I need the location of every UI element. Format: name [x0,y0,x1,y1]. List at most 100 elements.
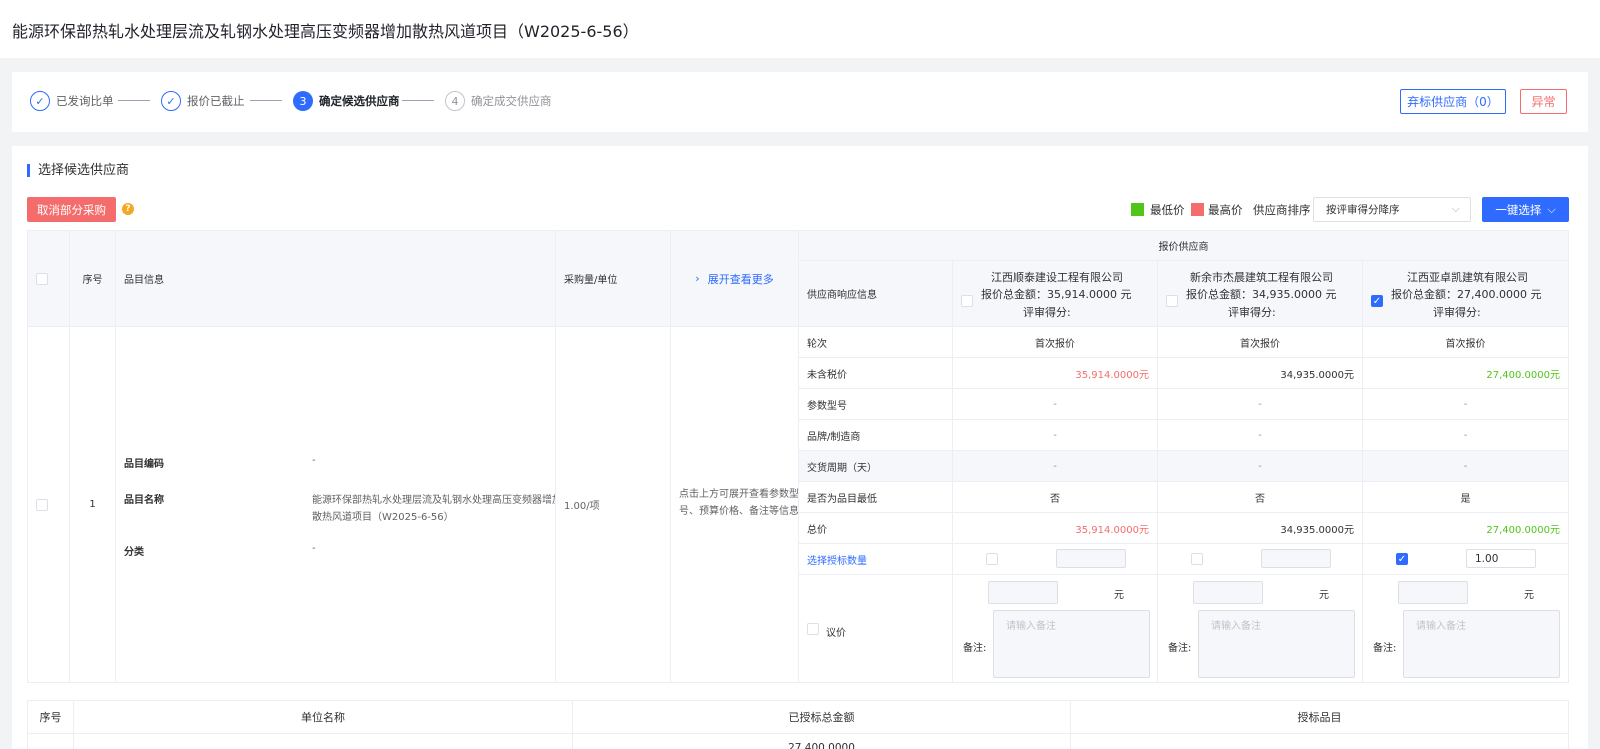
check-icon: ✓ [161,91,181,111]
abandon-supplier-button[interactable]: 弃标供应商（0） [1400,89,1506,114]
row-expand-hint: 点击上方可展开查看参数型 号、预算价格、备注等信息 [671,327,799,683]
negotiate-checkbox[interactable] [807,623,819,635]
header-item-info: 品目信息 [116,230,556,327]
attr-value: - [1363,451,1569,482]
remark-textarea[interactable]: 请输入备注 [993,610,1150,678]
summary-row-seq [27,734,74,749]
attr-value: 是 [1363,482,1569,513]
attr-value: - [953,420,1158,451]
expand-hint-line1: 点击上方可展开查看参数型 [679,489,799,500]
header-select-all-cell [27,230,70,327]
category-value: - [312,543,316,554]
header-seq: 序号 [70,230,116,327]
summary-row-item [1071,734,1569,749]
attr-value: - [1363,420,1569,451]
legend-high-swatch [1191,203,1204,216]
category-label: 分类 [124,547,144,558]
award-qty-input[interactable] [1261,549,1331,568]
negotiate-price-input[interactable] [988,581,1058,604]
step-connector [250,100,282,101]
item-code-label: 品目编码 [124,459,164,470]
attr-label: 品牌/制造商 [799,420,953,451]
negotiate-price-input[interactable] [1193,581,1263,604]
step-candidate: 3 确定候选供应商 [293,90,400,112]
attr-label: 未含税价 [799,358,953,389]
row-item-info: 品目编码 - 品目名称 能源环保部热轧水处理层流及轧钢水处理高压变频器增加 散热… [116,327,556,683]
attr-label: 是否为品目最低 [799,482,953,513]
unit-yuan: 元 [1524,590,1534,601]
attr-value: - [1158,420,1363,451]
summary-row-unit [74,734,573,749]
expand-more-label: 展开查看更多 [707,272,774,286]
supplier-checkbox[interactable] [961,295,973,307]
supplier-score: 评审得分: [1228,306,1276,319]
sort-select-value: 按评审得分降序 [1326,204,1400,216]
attr-value: 首次报价 [953,327,1158,358]
supplier-header-1: 江西顺泰建设工程有限公司 报价总金额：35,914.0000 元 评审得分: [953,261,1158,327]
one-click-select-button[interactable]: 一键选择 ⌵ [1482,197,1569,222]
remark-label: 备注: [1168,643,1192,654]
select-award-qty-link[interactable]: 选择授标数量 [799,544,953,575]
header-qty-unit: 采购量/单位 [556,230,671,327]
supplier-checkbox-checked[interactable]: ✓ [1371,295,1383,307]
attr-value: - [1363,389,1569,420]
supplier-checkbox[interactable] [1166,295,1178,307]
supplier-header-2: 新余市杰晨建筑工程有限公司 报价总金额：34,935.0000 元 评审得分: [1158,261,1363,327]
negotiate-label: 议价 [826,628,846,639]
row-checkbox[interactable] [36,499,48,511]
sort-select[interactable]: 按评审得分降序 ⌵ [1313,197,1471,222]
page-title: 能源环保部热轧水处理层流及轧钢水处理高压变频器增加散热风道项目（W2025-6-… [12,22,639,41]
item-name-value-line2: 散热风道项目（W2025-6-56） [312,512,454,523]
select-all-checkbox[interactable] [36,273,48,285]
award-qty-input[interactable]: 1.00 [1466,549,1536,568]
step-label: 确定成交供应商 [471,94,552,108]
step-number-icon: 4 [445,91,465,111]
award-qty-cell-3: ✓ 1.00 [1363,544,1569,575]
award-qty-checkbox[interactable] [986,553,998,565]
unit-yuan: 元 [1114,590,1124,601]
attr-value: - [953,451,1158,482]
attr-value: 首次报价 [1158,327,1363,358]
remark-textarea[interactable]: 请输入备注 [1403,610,1560,678]
summary-header-awarded-item: 授标品目 [1071,700,1569,734]
expand-more-link[interactable]: › 展开查看更多 [671,230,799,327]
step-sent: ✓ 已发询比单 [30,90,114,112]
chevron-right-icon: › [695,272,700,285]
legend-high-label: 最高价 [1208,203,1243,217]
remark-label: 备注: [1373,643,1397,654]
supplier-score: 评审得分: [1023,306,1071,319]
award-qty-cell-2 [1158,544,1363,575]
item-name-label: 品目名称 [124,495,164,506]
step-connector [402,100,434,101]
row-qty-unit: 1.00/项 [556,327,671,683]
attr-value: 否 [953,482,1158,513]
cancel-partial-button[interactable]: 取消部分采购 [27,197,116,222]
attr-value-high: 35,914.0000元 [953,513,1158,544]
award-qty-checkbox[interactable] [1191,553,1203,565]
attr-value: 首次报价 [1363,327,1569,358]
abnormal-button[interactable]: 异常 [1520,89,1567,114]
step-connector [118,100,150,101]
attr-label: 参数型号 [799,389,953,420]
remark-label: 备注: [963,643,987,654]
summary-header-seq: 序号 [27,700,74,734]
row-seq: 1 [70,327,116,683]
supplier-name: 江西亚卓凯建筑有限公司 [1407,271,1528,284]
remark-textarea[interactable]: 请输入备注 [1198,610,1355,678]
supplier-name: 新余市杰晨建筑工程有限公司 [1190,271,1333,284]
title-bar: 能源环保部热轧水处理层流及轧钢水处理高压变频器增加散热风道项目（W2025-6-… [0,0,1600,58]
attr-value-low: 27,400.0000元 [1363,513,1569,544]
attr-value: - [1158,389,1363,420]
negotiate-price-input[interactable] [1398,581,1468,604]
supplier-total: 报价总金额：35,914.0000 元 [981,288,1132,301]
summary-header-awarded-total: 已授标总金额 [573,700,1071,734]
attr-value: - [1158,451,1363,482]
attr-label: 轮次 [799,327,953,358]
item-code-value: - [312,455,316,466]
help-icon[interactable]: ? [122,203,134,215]
award-qty-input[interactable] [1056,549,1126,568]
award-qty-checkbox-checked[interactable]: ✓ [1396,553,1408,565]
header-supplier-response: 供应商响应信息 [799,261,953,327]
supplier-total: 报价总金额：27,400.0000 元 [1391,288,1542,301]
expand-hint-line2: 号、预算价格、备注等信息 [679,506,799,517]
